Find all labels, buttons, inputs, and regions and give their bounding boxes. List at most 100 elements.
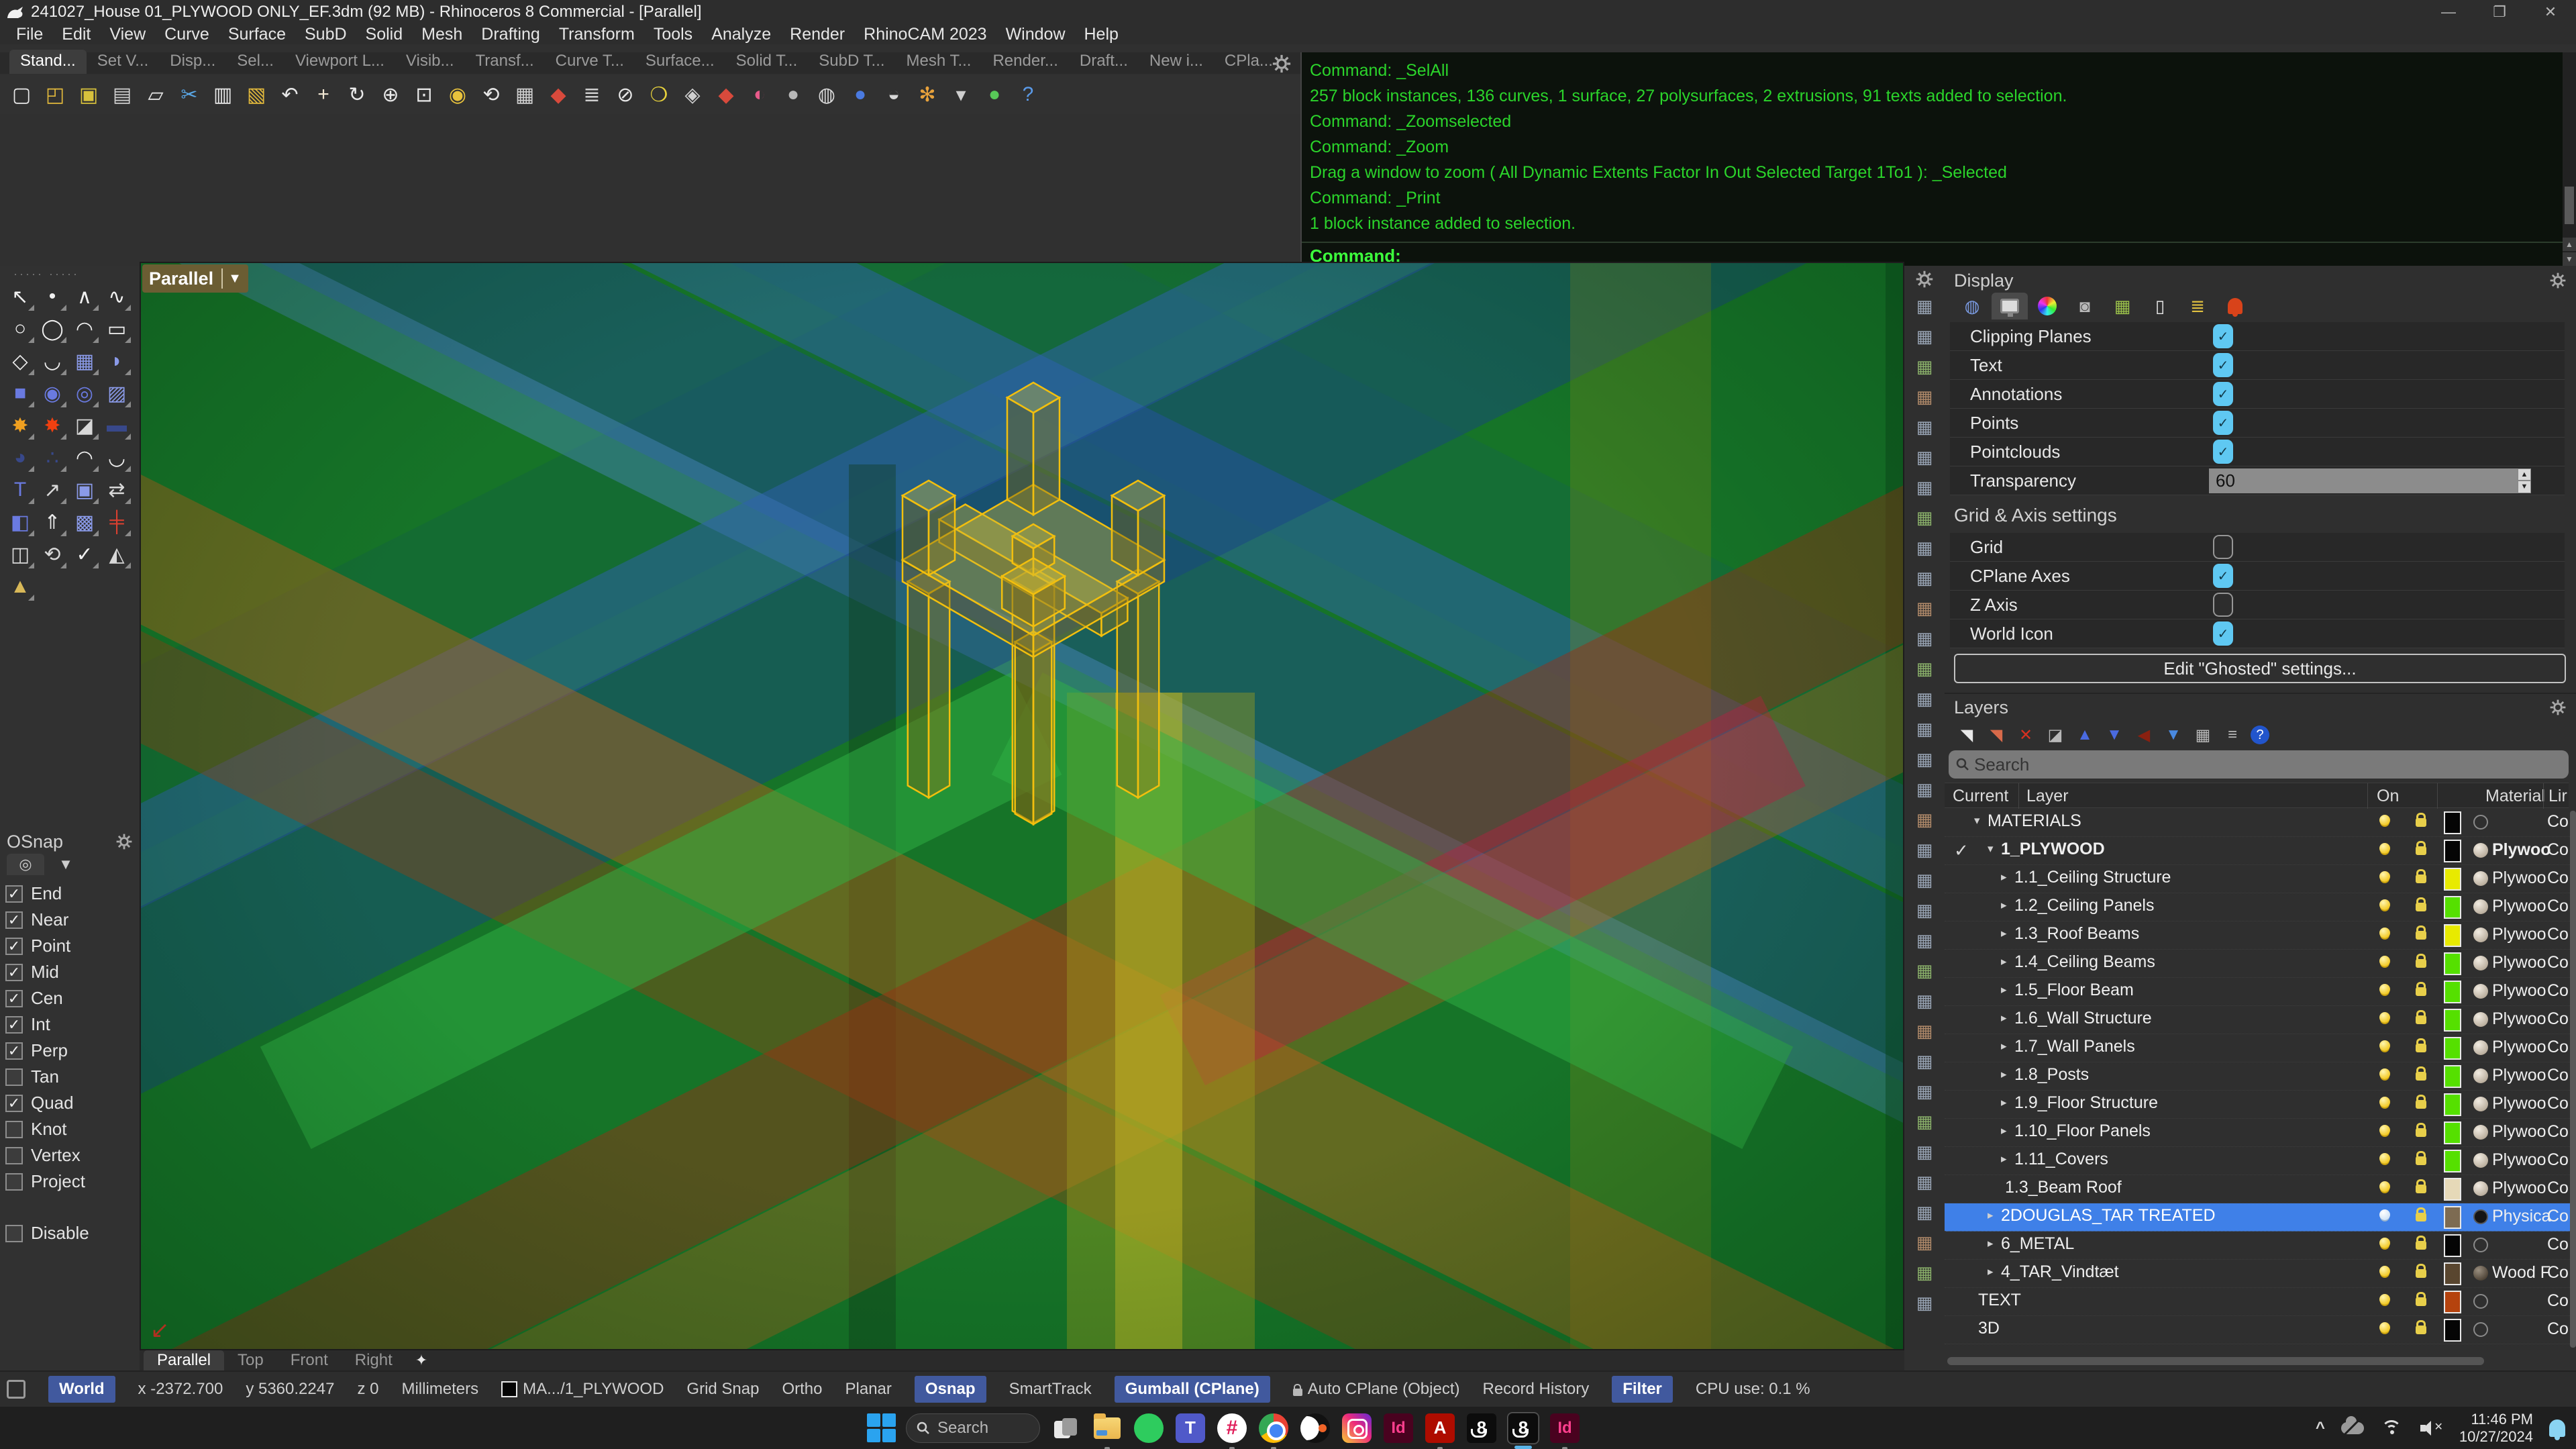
layer-visibility-bulb-icon[interactable]: [2379, 1238, 2390, 1248]
layer-material-icon[interactable]: [2473, 1209, 2488, 1224]
layer-material-icon[interactable]: [2473, 899, 2488, 914]
options-gear-icon[interactable]: ✻: [911, 78, 943, 111]
layer-row-1-7-wall-panels[interactable]: ▸1.7_Wall PanelsPlywooCo: [1945, 1034, 2570, 1062]
layer-color-swatch[interactable]: [2444, 1121, 2461, 1144]
cplane-gear-icon[interactable]: [1915, 270, 1934, 289]
new-file-icon[interactable]: ▢: [5, 78, 38, 111]
analysis-icon[interactable]: ●: [978, 78, 1011, 111]
toolbar-tab-11[interactable]: Mesh T...: [896, 50, 982, 74]
ortho-toggle[interactable]: Ortho: [782, 1380, 822, 1399]
taskbar-search[interactable]: Search: [906, 1413, 1040, 1443]
units-label[interactable]: Millimeters: [401, 1380, 478, 1399]
layer-lock-icon[interactable]: [2416, 846, 2426, 855]
layer-expand-icon[interactable]: ▸: [2001, 1040, 2007, 1053]
page-icon[interactable]: ▯: [2142, 293, 2178, 319]
osnap-tab[interactable]: ◎: [7, 854, 44, 875]
command-scrollbar[interactable]: ▲ ▼: [2563, 52, 2576, 266]
collapse-icon[interactable]: ◀: [2132, 723, 2155, 746]
layer-state-icon[interactable]: ◆: [710, 78, 742, 111]
toggle-z-axis[interactable]: [2213, 593, 2233, 617]
flatten-icon[interactable]: ▬: [101, 409, 133, 442]
shaded-mode-icon[interactable]: ●: [777, 78, 809, 111]
layer-row-1-9-floor-structure[interactable]: ▸1.9_Floor StructurePlywooCo: [1945, 1091, 2570, 1119]
layer-material-icon[interactable]: [2473, 1068, 2488, 1083]
layer-lock-icon[interactable]: [2416, 931, 2426, 940]
layer-visibility-bulb-icon[interactable]: [2379, 1266, 2390, 1277]
layers-horizontal-scrollbar[interactable]: [1947, 1357, 2484, 1365]
menu-view[interactable]: View: [100, 25, 155, 44]
solid-union-icon[interactable]: ◧: [4, 506, 36, 538]
toolbar-gear-icon[interactable]: [1272, 54, 1292, 74]
cplane-grid-icon-13[interactable]: ▦: [1907, 654, 1942, 684]
toolbar-tab-9[interactable]: Solid T...: [725, 50, 809, 74]
osnap-checkbox-perp[interactable]: ✓: [5, 1042, 23, 1060]
layer-visibility-bulb-icon[interactable]: [2379, 1181, 2390, 1192]
torus-icon[interactable]: ◎: [68, 377, 101, 409]
layer-search-input[interactable]: Search: [1949, 750, 2569, 779]
toggle-clipping-planes[interactable]: ✓: [2213, 324, 2233, 348]
column-on[interactable]: On: [2377, 783, 2399, 809]
osnap-checkbox-point[interactable]: ✓: [5, 938, 23, 955]
save-icon[interactable]: ▣: [72, 78, 105, 111]
layer-color-swatch[interactable]: [2444, 868, 2461, 891]
new-sublayer-icon[interactable]: ◥: [1985, 723, 2008, 746]
zoom-extents-icon[interactable]: ⟲: [475, 78, 507, 111]
osnap-checkbox-vertex[interactable]: [5, 1147, 23, 1164]
toggle-grid[interactable]: [2213, 535, 2233, 559]
layer-color-swatch[interactable]: [2444, 840, 2461, 862]
menu-help[interactable]: Help: [1075, 25, 1128, 44]
layer-visibility-bulb-icon[interactable]: [2379, 1294, 2390, 1305]
menu-render[interactable]: Render: [780, 25, 854, 44]
cplane-grid-icon-32[interactable]: ▦: [1907, 1228, 1942, 1258]
cplane-grid-icon-19[interactable]: ▦: [1907, 835, 1942, 865]
list-icon[interactable]: ≣: [2179, 293, 2216, 319]
list-menu-icon[interactable]: ≡: [2221, 723, 2244, 746]
zoom-dynamic-icon[interactable]: ⊕: [374, 78, 407, 111]
grid-chart-icon[interactable]: ▦: [2104, 293, 2141, 319]
cplane-grid-icon-21[interactable]: ▦: [1907, 895, 1942, 926]
scale-icon[interactable]: ↗: [36, 474, 68, 506]
close-button[interactable]: ✕: [2525, 0, 2576, 24]
cplane-grid-icon-18[interactable]: ▦: [1907, 805, 1942, 835]
layer-material-icon[interactable]: [2473, 1294, 2488, 1309]
arc-icon[interactable]: ◠: [68, 313, 101, 345]
layer-lock-icon[interactable]: [2416, 1297, 2426, 1306]
windows-start-button[interactable]: [867, 1413, 896, 1443]
wifi-icon[interactable]: [2380, 1420, 2404, 1436]
command-scrollbar-thumb[interactable]: [2565, 187, 2574, 224]
smarttrack-toggle[interactable]: SmartTrack: [1009, 1380, 1092, 1399]
layer-row-1-3-roof-beams[interactable]: ▸1.3_Roof BeamsPlywooCo: [1945, 921, 2570, 950]
coord-y[interactable]: y 5360.2247: [246, 1380, 334, 1399]
layer-expand-icon[interactable]: ▸: [2001, 870, 2007, 884]
osnap-toggle[interactable]: Osnap: [915, 1376, 986, 1403]
toggle-annotations[interactable]: ✓: [2213, 382, 2233, 406]
layer-color-swatch[interactable]: [2444, 811, 2461, 834]
layer-row-6-metal[interactable]: ▸6_METALCo: [1945, 1232, 2570, 1260]
cplane-grid-icon-9[interactable]: ▦: [1907, 533, 1942, 563]
object-display-icon[interactable]: ≣: [576, 78, 608, 111]
show-objects-icon[interactable]: ❍: [643, 78, 675, 111]
layer-expand-icon[interactable]: ▸: [2001, 899, 2007, 912]
layer-color-swatch[interactable]: [2444, 1178, 2461, 1201]
layer-expand-icon[interactable]: ▸: [1988, 1237, 1994, 1250]
layer-expand-icon[interactable]: ▸: [2001, 1096, 2007, 1109]
pointer-icon[interactable]: ↖: [4, 281, 36, 313]
viewport-title-dropdown[interactable]: Parallel ▼: [142, 264, 248, 293]
layer-material-icon[interactable]: [2473, 1181, 2488, 1196]
transparency-spinner[interactable]: ▲▼: [2518, 468, 2531, 493]
layer-material-icon[interactable]: [2473, 1266, 2488, 1281]
layer-material-icon[interactable]: [2473, 871, 2488, 886]
viewport-tab-right[interactable]: Right: [342, 1350, 406, 1370]
taskbar-browser-icon[interactable]: [1299, 1412, 1331, 1444]
layer-expand-icon[interactable]: ▸: [2001, 1011, 2007, 1025]
taskbar-slack-icon[interactable]: #: [1216, 1412, 1248, 1444]
layer-visibility-bulb-icon[interactable]: [2379, 1068, 2390, 1079]
explode-icon[interactable]: ✸: [4, 409, 36, 442]
move-down-icon[interactable]: ▼: [2103, 723, 2126, 746]
array-icon[interactable]: ▣: [68, 474, 101, 506]
cplane-grid-icon-2[interactable]: ▦: [1907, 321, 1942, 352]
layer-expand-icon[interactable]: ▸: [2001, 1124, 2007, 1138]
viewport-tab-front[interactable]: Front: [277, 1350, 342, 1370]
layer-visibility-bulb-icon[interactable]: [2379, 815, 2390, 826]
cplane-grid-icon-3[interactable]: ▦: [1907, 352, 1942, 382]
